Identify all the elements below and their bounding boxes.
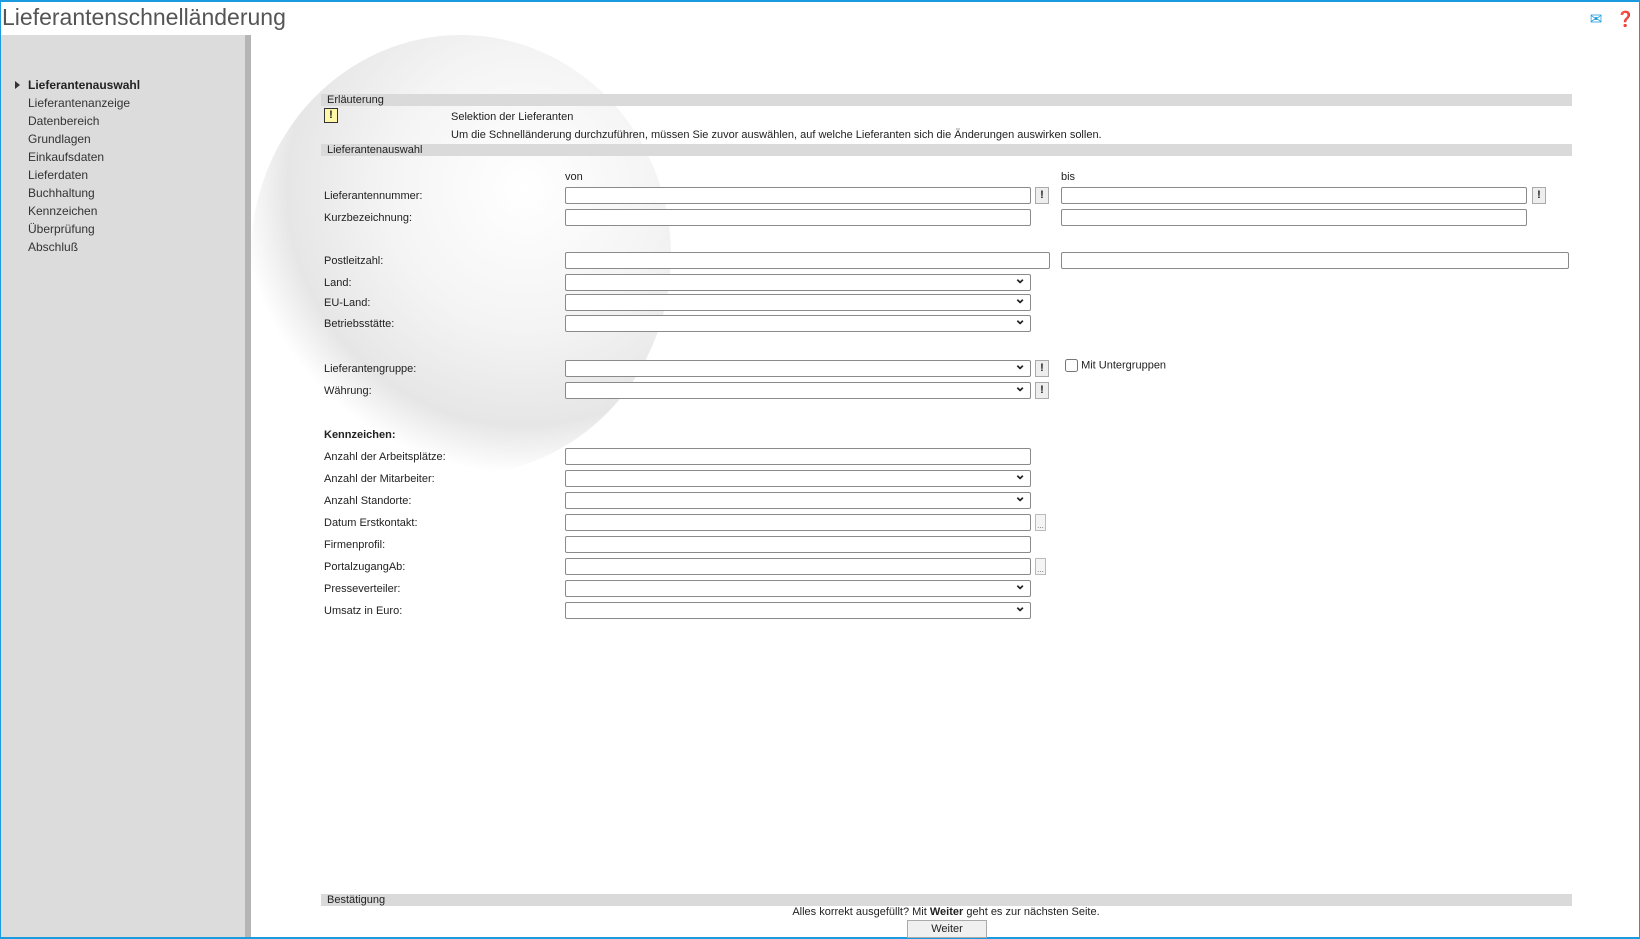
explanation-text: Um die Schnelländerung durchzuführen, mü… [451,129,1102,141]
lookup-button[interactable]: ! [1035,382,1049,399]
mail-icon[interactable]: ✉ [1590,10,1603,28]
date-picker-button[interactable]: ... [1035,558,1046,575]
anzahl-der-arbeitsplätze-input[interactable] [565,448,1031,465]
to-label: bis [1061,171,1076,183]
postleitzahl-input-from[interactable] [565,252,1050,269]
label-land: Land: [324,277,352,289]
sidebar: Lieferantenauswahl Lieferantenanzeige Date… [1,35,245,937]
from-label: von [565,171,583,183]
umsatz-in-euro-select[interactable] [565,598,1031,619]
section-header-confirmation: Bestätigung [321,894,1572,906]
label-postleitzahl: Postleitzahl: [324,255,384,267]
sidebar-item-einkaufsdaten[interactable]: Einkaufsdaten [1,148,140,166]
land-select[interactable] [565,270,1031,291]
währung-select[interactable] [565,378,1031,399]
sidebar-nav: Lieferantenauswahl Lieferantenanzeige Date… [1,76,140,256]
page-title: Lieferantenschnelländerung [2,4,286,30]
label-presseverteiler: Presseverteiler: [324,583,401,595]
postleitzahl-input-to[interactable] [1061,252,1569,269]
label-anzahl-der-mitarbeiter: Anzahl der Mitarbeiter: [324,473,435,485]
mit-untergruppen-checkbox[interactable]: Mit Untergruppen [1065,359,1166,372]
label-datum-erstkontakt: Datum Erstkontakt: [324,517,418,529]
weiter-button[interactable]: Weiter [907,920,987,938]
lookup-button[interactable]: ! [1532,187,1546,204]
sidebar-divider[interactable] [245,35,251,937]
sidebar-item-lieferantenauswahl[interactable]: Lieferantenauswahl [1,76,140,94]
firmenprofil-input[interactable] [565,536,1031,553]
sidebar-item-datenbereich[interactable]: Datenbereich [1,112,140,130]
lieferantennummer-input-to[interactable] [1061,187,1527,204]
section-header-selection: Lieferantenauswahl [321,144,1572,156]
lookup-button[interactable]: ! [1035,360,1049,377]
sidebar-item-lieferantenanzeige[interactable]: Lieferantenanzeige [1,94,140,112]
confirmation-text-post: geht es zur nächsten Seite. [963,906,1100,918]
label-umsatz-in-euro: Umsatz in Euro: [324,605,403,617]
confirmation-text-pre: Alles korrekt ausgefüllt? Mit [792,906,930,918]
info-icon: ! [324,108,338,123]
eu-land-select[interactable] [565,290,1031,311]
label-lieferantengruppe: Lieferantengruppe: [324,363,417,375]
help-icon[interactable]: ❓ [1616,10,1635,28]
mit-untergruppen-label: Mit Untergruppen [1081,359,1167,372]
sidebar-item-abschluß[interactable]: Abschluß [1,238,140,256]
lookup-button[interactable]: ! [1035,187,1049,204]
label-betriebsstätte: Betriebsstätte: [324,318,395,330]
kurzbezeichnung-input-from[interactable] [565,209,1031,226]
lieferantengruppe-select[interactable] [565,356,1031,377]
label-anzahl-der-arbeitsplätze: Anzahl der Arbeitsplätze: [324,451,446,463]
confirmation-text-bold: Weiter [929,906,964,918]
section-header-explanation: Erläuterung [321,94,1572,106]
checkbox[interactable] [1065,359,1078,372]
label-lieferantennummer: Lieferantennummer: [324,190,423,202]
label-kurzbezeichnung: Kurzbezeichnung: [324,212,413,224]
date-picker-button[interactable]: ... [1035,514,1046,531]
label-anzahl-standorte: Anzahl Standorte: [324,495,412,507]
kennzeichen-heading: Kennzeichen: [324,429,396,441]
betriebsstätte-select[interactable] [565,311,1031,332]
label-firmenprofil: Firmenprofil: [324,539,386,551]
explanation-title: Selektion der Lieferanten [451,111,574,123]
anzahl-der-mitarbeiter-select[interactable] [565,466,1031,487]
label-währung: Währung: [324,385,372,397]
datum-erstkontakt-input[interactable] [565,514,1031,531]
sidebar-item-überprüfung[interactable]: Überprüfung [1,220,140,238]
sidebar-item-lieferdaten[interactable]: Lieferdaten [1,166,140,184]
label-eu-land: EU-Land: [324,297,371,309]
portalzugangab-input[interactable] [565,558,1031,575]
presseverteiler-select[interactable] [565,576,1031,597]
lieferantennummer-input-from[interactable] [565,187,1031,204]
sidebar-item-kennzeichen[interactable]: Kennzeichen [1,202,140,220]
sidebar-item-grundlagen[interactable]: Grundlagen [1,130,140,148]
label-portalzugangab: PortalzugangAb: [324,561,406,573]
anzahl-standorte-select[interactable] [565,488,1031,509]
sidebar-item-buchhaltung[interactable]: Buchhaltung [1,184,140,202]
kurzbezeichnung-input-to[interactable] [1061,209,1527,226]
confirmation-text: Alles korrekt ausgefüllt? Mit Weiter geh… [1,906,1640,918]
